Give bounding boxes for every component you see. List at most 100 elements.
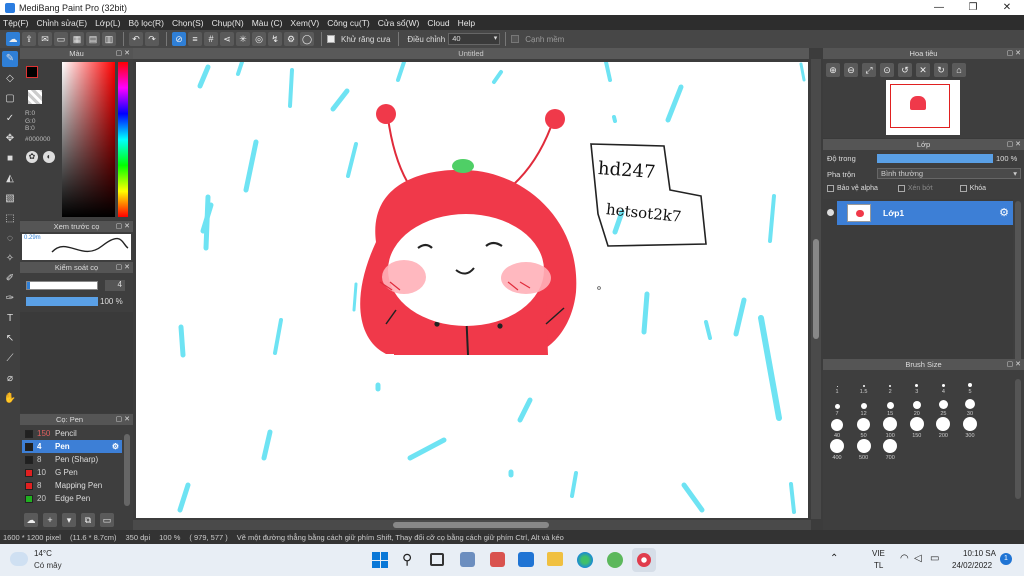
parallel-snap-icon[interactable]: ≡ xyxy=(188,32,202,46)
zoom-in-icon[interactable]: ⊕ xyxy=(826,63,840,77)
layer-row[interactable]: Lớp1 ⚙ xyxy=(823,201,1013,225)
brush-size-option[interactable]: 5 xyxy=(957,373,983,395)
task-view-icon[interactable] xyxy=(430,553,444,566)
menu-color[interactable]: Màu (C) xyxy=(252,18,283,28)
widgets-icon[interactable] xyxy=(460,552,475,567)
minimize-button[interactable]: — xyxy=(922,2,956,13)
mail-icon[interactable] xyxy=(518,552,534,567)
eraser-tool-icon[interactable]: ◇ xyxy=(2,71,18,87)
brush-size-option[interactable]: 700 xyxy=(877,439,903,461)
saturation-value-picker[interactable] xyxy=(62,62,115,217)
brush-size-option[interactable]: 4 xyxy=(930,373,956,395)
maximize-button[interactable]: ❐ xyxy=(956,2,990,13)
menu-filter[interactable]: Bộ lọc(R) xyxy=(129,18,164,28)
horizontal-scrollbar[interactable] xyxy=(133,520,811,530)
magic-wand-tool-icon[interactable]: ✧ xyxy=(2,251,18,267)
brush-size-option[interactable]: 20 xyxy=(904,395,930,417)
snap-off-icon[interactable]: ⊘ xyxy=(172,32,186,46)
brush-size-option[interactable]: 1.5 xyxy=(851,373,877,395)
brush-size-option[interactable]: 100 xyxy=(877,417,903,439)
document-tab[interactable]: Untitled xyxy=(133,48,809,59)
settings-icon[interactable]: ⚙ xyxy=(284,32,298,46)
ellipse-icon[interactable]: ◯ xyxy=(300,32,314,46)
menu-edit[interactable]: Chỉnh sửa(E) xyxy=(37,18,88,28)
gradient-tool-icon[interactable]: ▧ xyxy=(2,191,18,207)
menu-layer[interactable]: Lớp(L) xyxy=(95,18,120,28)
operation-tool-icon[interactable]: ↖ xyxy=(2,331,18,347)
brush-size-option[interactable]: 150 xyxy=(904,417,930,439)
add-brush-icon[interactable]: + xyxy=(43,513,57,527)
notification-badge[interactable]: 1 xyxy=(1000,553,1012,565)
brush-list-scrollbar[interactable] xyxy=(124,434,130,506)
foreground-color-swatch[interactable] xyxy=(26,66,38,78)
perspective-snap-icon[interactable]: ⋖ xyxy=(220,32,234,46)
battery-icon[interactable]: ▭ xyxy=(930,553,939,564)
brush-opacity-slider[interactable] xyxy=(26,297,98,306)
vertical-scroll-thumb[interactable] xyxy=(813,239,819,339)
select-tool-icon[interactable]: ⬚ xyxy=(2,211,18,227)
bucket-tool-icon[interactable]: ◭ xyxy=(2,171,18,187)
select-eraser-tool-icon[interactable]: ✑ xyxy=(2,291,18,307)
menu-select[interactable]: Chọn(S) xyxy=(172,18,204,28)
comment-icon[interactable]: ✉ xyxy=(38,32,52,46)
grid-icon[interactable]: ▦ xyxy=(70,32,84,46)
fill-rect-tool-icon[interactable]: ■ xyxy=(2,151,18,167)
brush-item-pen[interactable]: 4 Pen ⚙ xyxy=(22,440,122,453)
dot-tool-icon[interactable]: ✓ xyxy=(2,111,18,127)
visibility-eye-icon[interactable] xyxy=(827,209,834,216)
brush-item-mapping-pen[interactable]: 8 Mapping Pen xyxy=(22,479,122,492)
rotate-right-icon[interactable]: ↻ xyxy=(934,63,948,77)
rotate-left-icon[interactable]: ↺ xyxy=(898,63,912,77)
brush-size-slider[interactable] xyxy=(26,281,98,290)
menu-help[interactable]: Help xyxy=(458,18,475,28)
zoom-out-icon[interactable]: ⊖ xyxy=(844,63,858,77)
undo-icon[interactable]: ↶ xyxy=(129,32,143,46)
flip-icon[interactable]: ✕ xyxy=(916,63,930,77)
layer-scrollbar[interactable] xyxy=(1015,201,1021,381)
eyedropper-tool-icon[interactable]: ⌀ xyxy=(2,371,18,387)
color-wheel-icon[interactable]: ◐ xyxy=(43,151,55,163)
blend-mode-select[interactable]: Bình thường ▾ xyxy=(877,168,1021,179)
fit-icon[interactable]: ⤢ xyxy=(862,63,876,77)
hue-slider[interactable] xyxy=(118,62,128,217)
chat-icon[interactable]: ▭ xyxy=(54,32,68,46)
search-icon[interactable]: ⚲ xyxy=(402,551,412,568)
volume-icon[interactable]: ◁ xyxy=(914,553,922,564)
brush-item-pencil[interactable]: 150 Pencil xyxy=(22,427,122,440)
menu-capture[interactable]: Chụp(N) xyxy=(212,18,244,28)
close-button[interactable]: ✕ xyxy=(990,2,1024,13)
text-tool-icon[interactable]: T xyxy=(2,311,18,327)
close-icon[interactable]: ▢ ✕ xyxy=(1007,359,1021,370)
navigator-thumbnail[interactable] xyxy=(886,80,960,135)
brush-size-option[interactable]: 300 xyxy=(957,417,983,439)
close-icon[interactable]: ▢ ✕ xyxy=(116,414,130,425)
menu-tools[interactable]: Công cụ(T) xyxy=(327,18,370,28)
weather-temp[interactable]: 14°C xyxy=(34,549,52,558)
brush-item-edge-pen[interactable]: 20 Edge Pen xyxy=(22,492,122,505)
brush-size-option[interactable]: 50 xyxy=(851,417,877,439)
menu-cloud[interactable]: Cloud xyxy=(427,18,449,28)
close-icon[interactable]: ▢ ✕ xyxy=(1007,48,1021,59)
layout-icon[interactable]: ▥ xyxy=(102,32,116,46)
actual-size-icon[interactable]: ⊙ xyxy=(880,63,894,77)
divide-tool-icon[interactable]: ⟋ xyxy=(2,351,18,367)
medibang-taskbar-item[interactable] xyxy=(632,548,656,572)
select-pen-tool-icon[interactable]: ✐ xyxy=(2,271,18,287)
brush-size-option[interactable]: 7 xyxy=(824,395,850,417)
gear-icon[interactable]: ⚙ xyxy=(112,442,119,451)
hand-tool-icon[interactable]: ✋ xyxy=(2,391,18,407)
menu-view[interactable]: Xem(V) xyxy=(290,18,319,28)
drawing-canvas[interactable]: hd247 hetsot2k7 xyxy=(136,62,808,518)
antialias-checkbox[interactable] xyxy=(327,35,335,43)
brush-size-option[interactable]: 40 xyxy=(824,417,850,439)
brush-menu-icon[interactable]: ▾ xyxy=(62,513,76,527)
lock-checkbox[interactable] xyxy=(959,185,967,192)
brush-size-option[interactable]: 2 xyxy=(877,373,903,395)
cloud-brush-icon[interactable]: ☁ xyxy=(24,513,38,527)
lasso-tool-icon[interactable]: ◌ xyxy=(2,231,18,247)
adjust-select[interactable]: 40 xyxy=(448,33,501,45)
close-icon[interactable]: ▢ ✕ xyxy=(116,48,130,59)
close-icon[interactable]: ▢ ✕ xyxy=(116,262,130,273)
smooth-checkbox[interactable] xyxy=(511,35,520,43)
circle-snap-icon[interactable]: ◎ xyxy=(252,32,266,46)
